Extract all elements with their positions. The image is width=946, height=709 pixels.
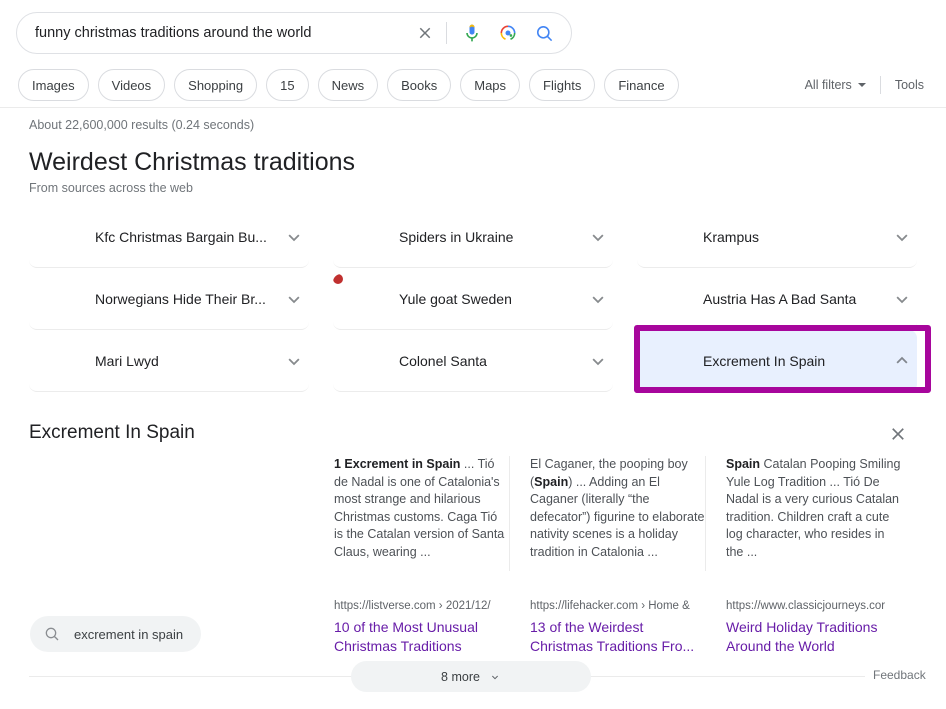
tradition-row-kfc[interactable]: Kfc Christmas Bargain Bu... — [29, 206, 309, 268]
show-more-button[interactable]: 8 more — [351, 661, 591, 692]
panel-title: Excrement In Spain — [29, 422, 195, 444]
tradition-row-colonel-santa[interactable]: Colonel Santa — [333, 330, 613, 392]
search-bar-container: funny christmas traditions around the wo… — [16, 12, 572, 54]
filter-chip-flights[interactable]: Flights — [529, 69, 595, 101]
snippet-text: El Caganer, the pooping boy (Spain) ... … — [530, 456, 705, 561]
search-submit-icon[interactable] — [531, 20, 557, 46]
snippet-text: 1 Excrement in Spain ... Tió de Nadal is… — [334, 456, 509, 561]
snippet-columns: 1 Excrement in Spain ... Tió de Nadal is… — [313, 456, 933, 571]
snippet-url: https://lifehacker.com › Home & — [530, 600, 706, 612]
tradition-label: Excrement In Spain — [703, 353, 891, 369]
filter-chip-shopping[interactable]: Shopping — [174, 69, 257, 101]
snippet-lead: Spain — [726, 457, 760, 471]
snippet-link[interactable]: Weird Holiday Traditions Around the Worl… — [726, 618, 906, 656]
all-filters-button[interactable]: All filters — [805, 78, 866, 92]
chevron-down-icon[interactable] — [891, 226, 913, 248]
all-filters-label: All filters — [805, 78, 852, 92]
traditions-column-2: Spiders in Ukraine Yule goat Sweden — [333, 206, 613, 392]
clear-icon[interactable] — [412, 20, 438, 46]
tradition-label: Yule goat Sweden — [399, 291, 587, 307]
tradition-row-bad-santa[interactable]: Austria Has A Bad Santa — [637, 268, 917, 330]
page-title: Weirdest Christmas traditions — [29, 146, 355, 178]
filter-chip-finance[interactable]: Finance — [604, 69, 678, 101]
snippet-body: ... Tió de Nadal is one of Catalonia's m… — [334, 457, 504, 559]
search-bar[interactable]: funny christmas traditions around the wo… — [16, 12, 572, 54]
chevron-down-icon — [858, 83, 866, 87]
chevron-down-icon — [489, 671, 501, 683]
tradition-label: Krampus — [703, 229, 891, 245]
filter-chip-maps[interactable]: Maps — [460, 69, 520, 101]
snippet-lead: 1 Excrement in Spain — [334, 457, 460, 471]
tradition-row-yule-goat[interactable]: Yule goat Sweden — [333, 268, 613, 330]
snippet-body: Catalan Pooping Smiling Yule Log Traditi… — [726, 457, 900, 559]
tradition-label: Spiders in Ukraine — [399, 229, 587, 245]
tradition-label: Austria Has A Bad Santa — [703, 291, 891, 307]
close-icon[interactable] — [888, 424, 912, 448]
microphone-icon[interactable] — [459, 20, 485, 46]
feedback-link[interactable]: Feedback — [865, 668, 926, 682]
header-rule — [0, 107, 946, 108]
snippet-card-1: 1 Excrement in Spain ... Tió de Nadal is… — [313, 456, 509, 571]
chevron-down-icon[interactable] — [891, 288, 913, 310]
snippet-link[interactable]: 13 of the Weirdest Christmas Traditions … — [530, 618, 710, 656]
filter-chip-books[interactable]: Books — [387, 69, 451, 101]
filter-chip-15[interactable]: 15 — [266, 69, 308, 101]
lens-camera-icon[interactable] — [495, 20, 521, 46]
hero-image-excrement-spain: www.classicjourneys.com — [30, 455, 152, 578]
related-search-label: excrement in spain — [74, 627, 183, 642]
snippet-card-2: El Caganer, the pooping boy (Spain) ... … — [509, 456, 705, 571]
traditions-grid: Kfc Christmas Bargain Bu... Norwegians H… — [29, 206, 917, 392]
traditions-column-1: Kfc Christmas Bargain Bu... Norwegians H… — [29, 206, 309, 392]
chevron-down-icon[interactable] — [587, 288, 609, 310]
result-stats: About 22,600,000 results (0.24 seconds) — [29, 118, 254, 132]
thumbnail-norwegians-brooms — [29, 274, 79, 324]
tradition-row-excrement-spain[interactable]: Excrement In Spain — [637, 330, 917, 392]
tools-button[interactable]: Tools — [895, 78, 924, 92]
thumbnail-kfc-christmas — [29, 212, 79, 262]
snippet-url: https://listverse.com › 2021/12/ — [334, 600, 510, 612]
tradition-label: Kfc Christmas Bargain Bu... — [95, 229, 283, 245]
chevron-up-icon[interactable] — [891, 350, 913, 372]
chevron-down-icon[interactable] — [283, 226, 305, 248]
show-more-label: 8 more — [441, 670, 480, 684]
thumbnail-spiders-ukraine — [333, 212, 383, 262]
thumbnail-krampus — [637, 212, 687, 262]
related-search-chip[interactable]: excrement in spain — [30, 616, 201, 652]
tradition-row-krampus[interactable]: Krampus — [637, 206, 917, 268]
thumbnail-colonel-santa — [333, 336, 383, 386]
thumbnail-mari-lwyd — [29, 336, 79, 386]
thumbnail-yule-goat — [333, 274, 383, 324]
chevron-down-icon[interactable] — [283, 288, 305, 310]
tradition-row-norwegians[interactable]: Norwegians Hide Their Br... — [29, 268, 309, 330]
chevron-down-icon[interactable] — [283, 350, 305, 372]
search-icon — [44, 626, 60, 642]
filter-chips-row: Images Videos Shopping 15 News Books Map… — [0, 62, 946, 108]
chevron-down-icon[interactable] — [587, 226, 609, 248]
snippet-url: https://www.classicjourneys.cor — [726, 600, 902, 612]
thumbnail-austria-bad-santa — [637, 274, 687, 324]
chevron-down-icon[interactable] — [587, 350, 609, 372]
snippet-lead: Spain — [534, 475, 568, 489]
filter-actions: All filters Tools — [805, 76, 946, 94]
filter-chip-images[interactable]: Images — [18, 69, 89, 101]
page-subtitle: From sources across the web — [29, 181, 193, 195]
tradition-row-mari-lwyd[interactable]: Mari Lwyd — [29, 330, 309, 392]
tradition-row-spiders[interactable]: Spiders in Ukraine — [333, 206, 613, 268]
filter-chip-videos[interactable]: Videos — [98, 69, 166, 101]
snippet-text: Spain Catalan Pooping Smiling Yule Log T… — [726, 456, 901, 561]
filter-chip-news[interactable]: News — [318, 69, 379, 101]
traditions-column-3: Krampus Austria Has A Bad Santa — [637, 206, 917, 392]
snippet-card-3: Spain Catalan Pooping Smiling Yule Log T… — [705, 456, 901, 571]
tradition-label: Colonel Santa — [399, 353, 587, 369]
thumbnail-excrement-spain — [637, 336, 687, 386]
tradition-label: Mari Lwyd — [95, 353, 283, 369]
snippet-link[interactable]: 10 of the Most Unusual Christmas Traditi… — [334, 618, 514, 656]
search-input[interactable]: funny christmas traditions around the wo… — [35, 23, 412, 43]
tradition-label: Norwegians Hide Their Br... — [95, 291, 283, 307]
search-divider — [446, 22, 447, 44]
filter-divider — [880, 76, 881, 94]
